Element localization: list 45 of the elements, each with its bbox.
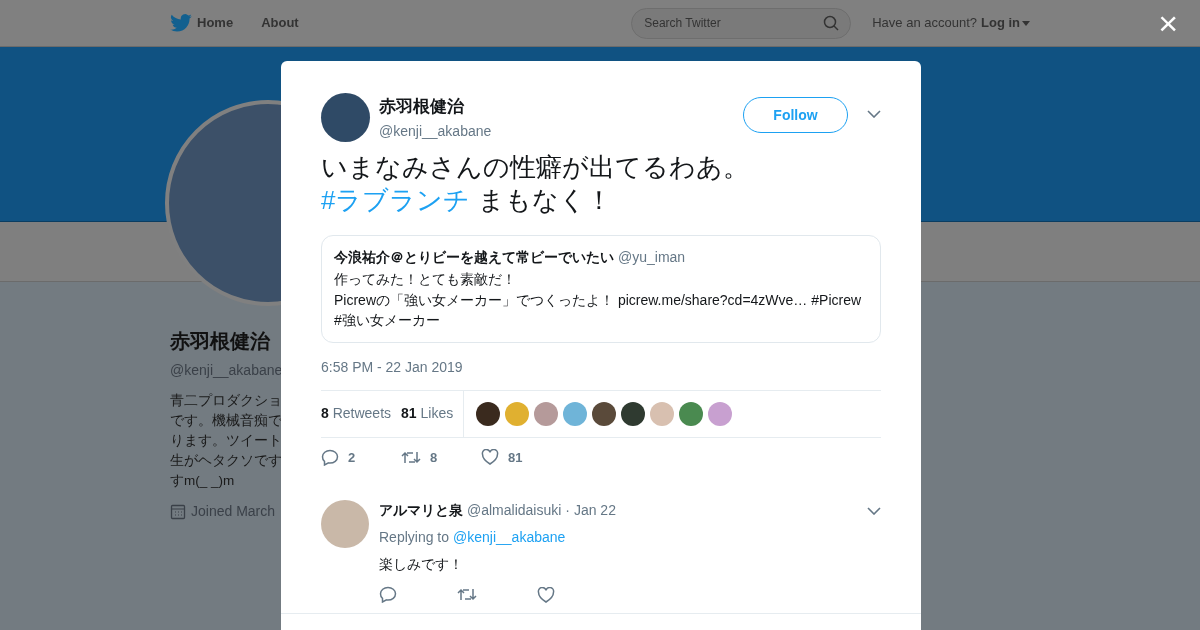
- chevron-down-icon[interactable]: [867, 110, 881, 118]
- retweet-icon[interactable]: [457, 587, 477, 602]
- quoted-author-handle: @yu_iman: [618, 248, 686, 267]
- search-field[interactable]: Search Twitter: [631, 7, 852, 39]
- liker-avatar-photo[interactable]: [621, 401, 646, 426]
- quoted-author-name: 今浪祐介＠とりビーを越えて常ビーでいたい: [334, 248, 614, 267]
- search-icon[interactable]: [823, 14, 840, 31]
- chevron-down-icon[interactable]: [867, 506, 881, 515]
- tweet-text: いまなみさんの性癖が出てるわあ。 #ラブランチ まもなく！: [321, 151, 750, 217]
- like-button[interactable]: 81: [481, 447, 523, 467]
- mention-link[interactable]: @kenji__akabane: [453, 527, 566, 548]
- caret-icon: [1022, 20, 1030, 26]
- account-prompt: Have an account?: [872, 14, 977, 33]
- reply-icon[interactable]: [379, 586, 397, 603]
- avatar-photo[interactable]: [321, 93, 370, 142]
- retweet-button[interactable]: 8: [401, 447, 481, 467]
- retweets-count-link[interactable]: 8 Retweets: [321, 403, 392, 424]
- reply-button[interactable]: 2: [321, 447, 401, 467]
- tweet-timestamp[interactable]: 6:58 PM - 22 Jan 2019: [321, 356, 881, 378]
- hashtag-link[interactable]: #ラブランチ: [321, 185, 471, 215]
- profile-name: 赤羽根健治: [170, 329, 271, 354]
- liker-avatar-photo[interactable]: [592, 401, 617, 426]
- likes-count-link[interactable]: 81 Likes: [401, 403, 454, 424]
- reply-author-handle[interactable]: @almalidaisuki: [467, 500, 562, 521]
- login-button[interactable]: Log in: [981, 13, 1030, 33]
- author-handle[interactable]: @kenji__akabane: [379, 120, 492, 142]
- quoted-tweet-text: 作ってみた！とても素敵だ！ Picrewの「強い女メーカー」でつくったよ！ picrew.me/share?cd=4zWve… #Picrew #強い女メーカー: [334, 270, 863, 330]
- reply-text: 楽しみです！: [379, 555, 464, 574]
- close-button[interactable]: ×: [1158, 6, 1178, 40]
- reply-icon: [321, 448, 339, 466]
- reply-date[interactable]: · Jan 22: [565, 500, 616, 521]
- liker-avatar-photo[interactable]: [476, 401, 501, 426]
- replying-to-label: Replying to: [379, 528, 450, 547]
- about-link[interactable]: About: [261, 13, 299, 33]
- joined-date: Joined March: [191, 502, 276, 521]
- profile-bio: 青二プロダクショ です。機械音痴で ります。ツイート 生がヘタクソです すm(_ _)m: [170, 392, 281, 490]
- retweet-icon: [401, 449, 421, 465]
- home-link[interactable]: Home: [197, 13, 234, 33]
- like-icon[interactable]: [537, 586, 555, 603]
- reply-author-name[interactable]: アルマリと泉: [379, 500, 463, 521]
- profile-handle: @kenji__akabane: [170, 361, 281, 380]
- calendar-icon: [170, 503, 186, 520]
- author-name[interactable]: 赤羽根健治: [379, 94, 492, 120]
- heart-icon: [481, 449, 499, 466]
- quoted-tweet[interactable]: 今浪祐介＠とりビーを越えて常ビーでいたい @yu_iman 作ってみた！とても素敵だ！ Picrewの「強い女メーカー」でつくったよ！ picrew.me/share?cd=4zWve… #Picrew #強い女メーカー: [321, 235, 881, 343]
